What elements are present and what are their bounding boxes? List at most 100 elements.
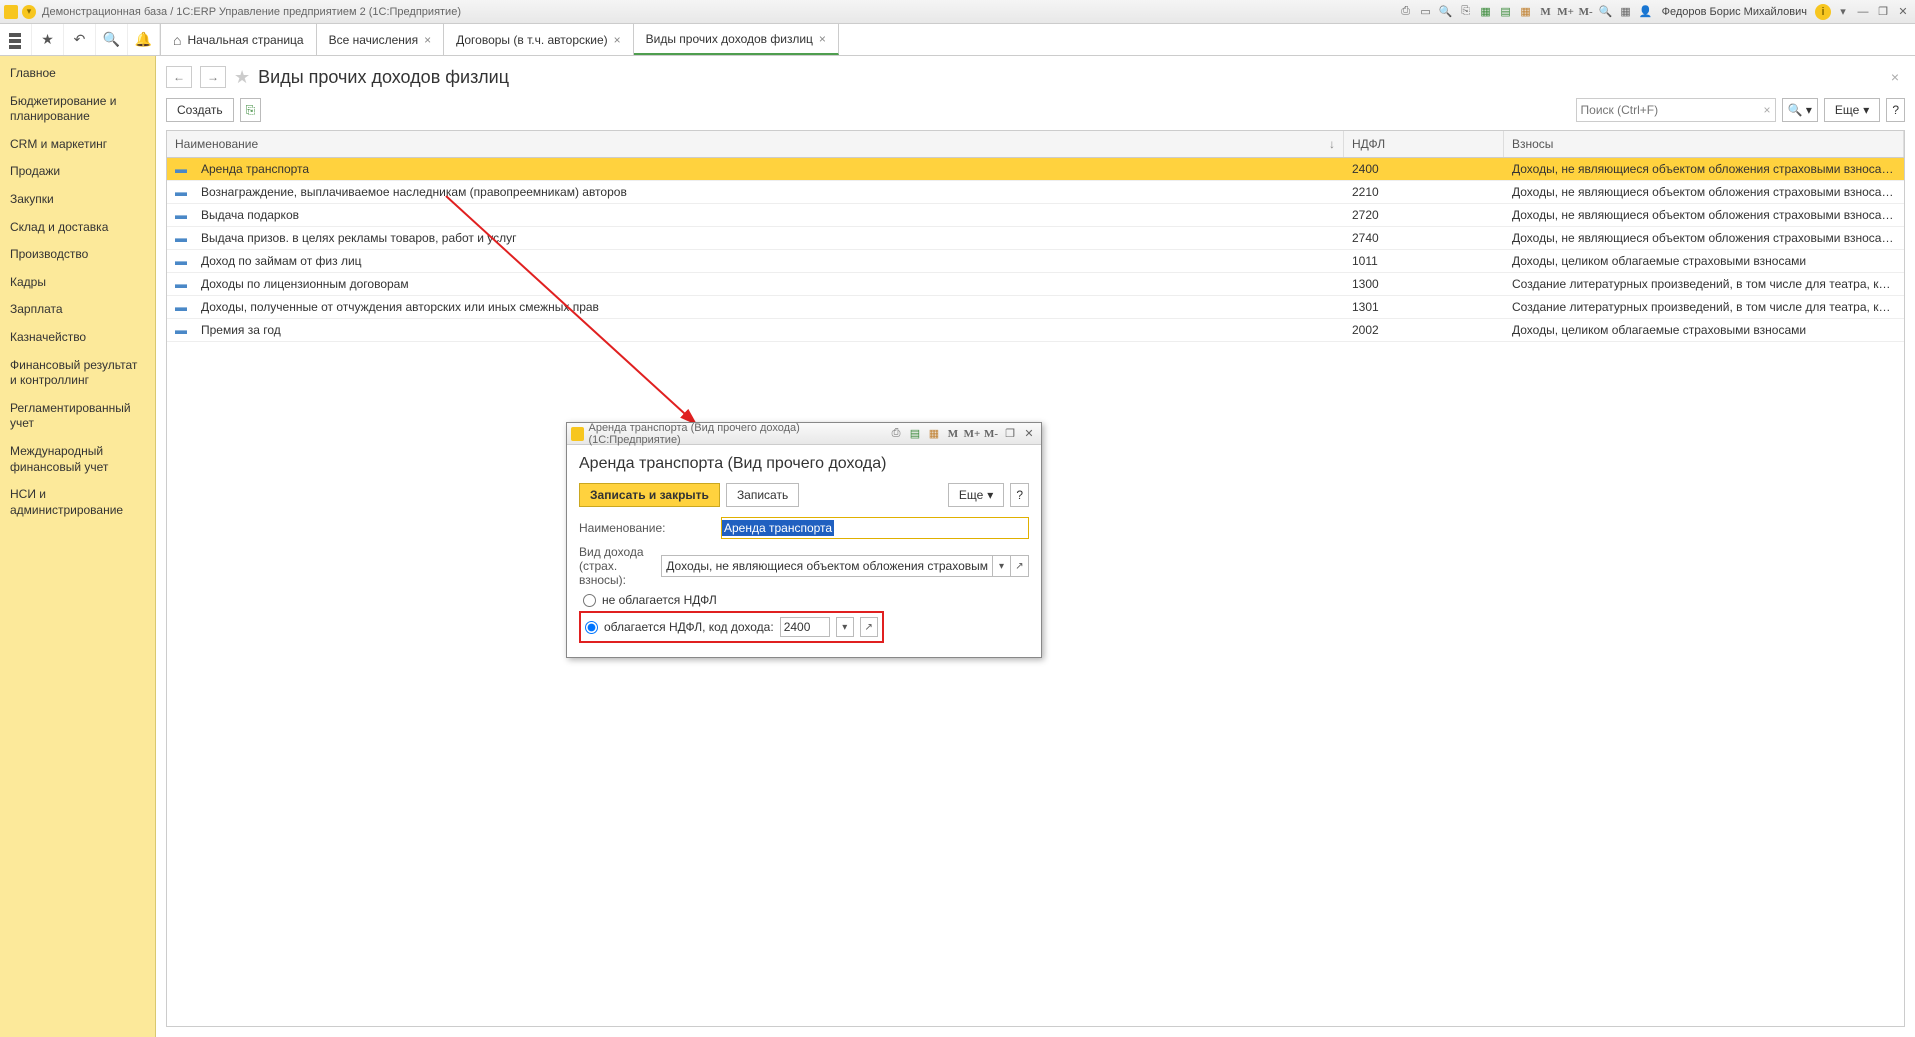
col-ndfl-header[interactable]: НДФЛ — [1344, 131, 1504, 157]
window-restore-icon[interactable]: ❐ — [1875, 4, 1891, 20]
dialog-close-icon[interactable]: ✕ — [1021, 426, 1037, 442]
kind-combo[interactable]: Доходы, не являющиеся объектом обложения… — [661, 555, 1029, 577]
doc-icon[interactable]: ▭ — [1418, 4, 1434, 20]
dialog-calendar-icon[interactable]: ▦ — [926, 426, 942, 442]
search-input-wrap[interactable]: × — [1576, 98, 1776, 122]
user-name[interactable]: Федоров Борис Михайлович — [1662, 6, 1807, 18]
window-minimize-icon[interactable]: — — [1855, 4, 1871, 20]
radio-taxed[interactable]: облагается НДФЛ, код дохода: — [585, 620, 774, 634]
memory-m-icon[interactable]: M — [1538, 4, 1554, 20]
row-ndfl: 1300 — [1344, 273, 1504, 295]
table-row[interactable]: ▬Доходы, полученные от отчуждения авторс… — [167, 296, 1904, 319]
row-name: Доходы, полученные от отчуждения авторск… — [193, 296, 1344, 318]
tab-close-icon[interactable]: × — [424, 33, 431, 47]
info-icon[interactable]: i — [1815, 4, 1831, 20]
sidebar-item-ifrs[interactable]: Международный финансовый учет — [0, 438, 155, 481]
sidebar-item-crm[interactable]: CRM и маркетинг — [0, 131, 155, 159]
tab-label: Все начисления — [329, 33, 419, 47]
dialog-logo-icon — [571, 427, 584, 441]
save-close-button[interactable]: Записать и закрыть — [579, 483, 720, 507]
sidebar-item-salary[interactable]: Зарплата — [0, 296, 155, 324]
app-menu-dropdown-icon[interactable]: ▾ — [22, 5, 36, 19]
sidebar-item-production[interactable]: Производство — [0, 241, 155, 269]
apps-menu-icon[interactable] — [0, 24, 32, 55]
sidebar-item-hr[interactable]: Кадры — [0, 269, 155, 297]
tab-home[interactable]: ⌂ Начальная страница — [160, 24, 317, 55]
memory-mminus-icon[interactable]: M- — [1578, 4, 1594, 20]
dialog-table-icon[interactable]: ▤ — [907, 426, 923, 442]
favorite-icon[interactable]: ★ — [32, 24, 64, 55]
notifications-icon[interactable]: 🔔 — [128, 24, 160, 55]
dialog-mminus-icon[interactable]: M- — [983, 426, 999, 442]
app-title: Демонстрационная база / 1С:ERP Управлени… — [42, 6, 461, 18]
sidebar-item-treasury[interactable]: Казначейство — [0, 324, 155, 352]
tab-all-accruals[interactable]: Все начисления × — [317, 24, 445, 55]
table-icon[interactable]: ▤ — [1498, 4, 1514, 20]
dialog-help-button[interactable]: ? — [1010, 483, 1029, 507]
window-close-icon[interactable]: ✕ — [1895, 4, 1911, 20]
tab-income-types[interactable]: Виды прочих доходов физлиц × — [634, 24, 839, 55]
search-icon[interactable]: 🔍 — [1438, 4, 1454, 20]
help-button[interactable]: ? — [1886, 98, 1905, 122]
dialog-more-button[interactable]: Еще ▾ — [948, 483, 1004, 507]
sidebar-item-admin[interactable]: НСИ и администрирование — [0, 481, 155, 524]
history-icon[interactable]: ↶ — [64, 24, 96, 55]
calendar-icon[interactable]: ▦ — [1518, 4, 1534, 20]
page-close-icon[interactable]: × — [1891, 69, 1905, 85]
table-row[interactable]: ▬Доход по займам от физ лиц1011Доходы, ц… — [167, 250, 1904, 273]
search-input[interactable] — [1581, 103, 1764, 117]
sidebar-item-main[interactable]: Главное — [0, 60, 155, 88]
copy-button[interactable]: ⎘ — [240, 98, 262, 122]
dialog-restore-icon[interactable]: ❐ — [1002, 426, 1018, 442]
favorite-star-icon[interactable]: ★ — [234, 67, 250, 88]
row-name: Выдача подарков — [193, 204, 1344, 226]
memory-mplus-icon[interactable]: M+ — [1558, 4, 1574, 20]
row-ndfl: 2400 — [1344, 158, 1504, 180]
table-row[interactable]: ▬Доходы по лицензионным договорам1300Соз… — [167, 273, 1904, 296]
search-toolbar-icon[interactable]: 🔍 — [96, 24, 128, 55]
table-row[interactable]: ▬Аренда транспорта2400Доходы, не являющи… — [167, 158, 1904, 181]
chevron-down-icon[interactable]: ▾ — [1835, 4, 1851, 20]
sidebar-item-procurement[interactable]: Закупки — [0, 186, 155, 214]
zoom-icon[interactable]: 🔍 — [1598, 4, 1614, 20]
radio-not-taxed[interactable]: не облагается НДФЛ — [583, 593, 1029, 607]
tab-contracts[interactable]: Договоры (в т.ч. авторские) × — [444, 24, 634, 55]
more-button[interactable]: Еще ▾ — [1824, 98, 1880, 122]
calc-icon[interactable]: ▦ — [1478, 4, 1494, 20]
radio-taxed-input[interactable] — [585, 621, 598, 634]
save-button[interactable]: Записать — [726, 483, 799, 507]
sidebar-item-regulated[interactable]: Регламентированный учет — [0, 395, 155, 438]
nav-back-button[interactable]: ← — [166, 66, 192, 88]
dialog-titlebar[interactable]: Аренда транспорта (Вид прочего дохода) (… — [567, 423, 1041, 445]
print-icon[interactable]: ⎙ — [1398, 4, 1414, 20]
search-button[interactable]: 🔍 ▾ — [1782, 98, 1818, 122]
sidebar-item-finresult[interactable]: Финансовый результат и контроллинг — [0, 352, 155, 395]
tab-close-icon[interactable]: × — [614, 33, 621, 47]
kind-dropdown-icon[interactable]: ▾ — [992, 556, 1010, 576]
radio-not-taxed-input[interactable] — [583, 594, 596, 607]
name-input-wrap[interactable]: Аренда транспорта — [721, 517, 1029, 539]
dialog-print-icon[interactable]: ⎙ — [888, 426, 904, 442]
col-name-header[interactable]: Наименование — [167, 131, 1344, 157]
col-vzn-header[interactable]: Взносы — [1504, 131, 1904, 157]
dialog-mplus-icon[interactable]: M+ — [964, 426, 980, 442]
tab-close-icon[interactable]: × — [819, 32, 826, 46]
sidebar-item-budgeting[interactable]: Бюджетирование и планирование — [0, 88, 155, 131]
link-icon[interactable]: ⎘ — [1458, 4, 1474, 20]
kind-open-icon[interactable]: ↗ — [1010, 556, 1028, 576]
code-input[interactable]: 2400 — [780, 617, 830, 637]
grid-icon[interactable]: ▦ — [1618, 4, 1634, 20]
table-row[interactable]: ▬Выдача подарков2720Доходы, не являющиес… — [167, 204, 1904, 227]
code-dropdown-icon[interactable]: ▾ — [836, 617, 854, 637]
code-open-icon[interactable]: ↗ — [860, 617, 878, 637]
sidebar-item-sales[interactable]: Продажи — [0, 158, 155, 186]
name-input[interactable]: Аренда транспорта — [722, 520, 834, 536]
table-row[interactable]: ▬Вознаграждение, выплачиваемое наследник… — [167, 181, 1904, 204]
table-row[interactable]: ▬Выдача призов. в целях рекламы товаров,… — [167, 227, 1904, 250]
search-clear-icon[interactable]: × — [1764, 103, 1771, 117]
table-row[interactable]: ▬Премия за год2002Доходы, целиком облага… — [167, 319, 1904, 342]
dialog-m-icon[interactable]: M — [945, 426, 961, 442]
create-button[interactable]: Создать — [166, 98, 234, 122]
sidebar-item-warehouse[interactable]: Склад и доставка — [0, 214, 155, 242]
nav-forward-button[interactable]: → — [200, 66, 226, 88]
